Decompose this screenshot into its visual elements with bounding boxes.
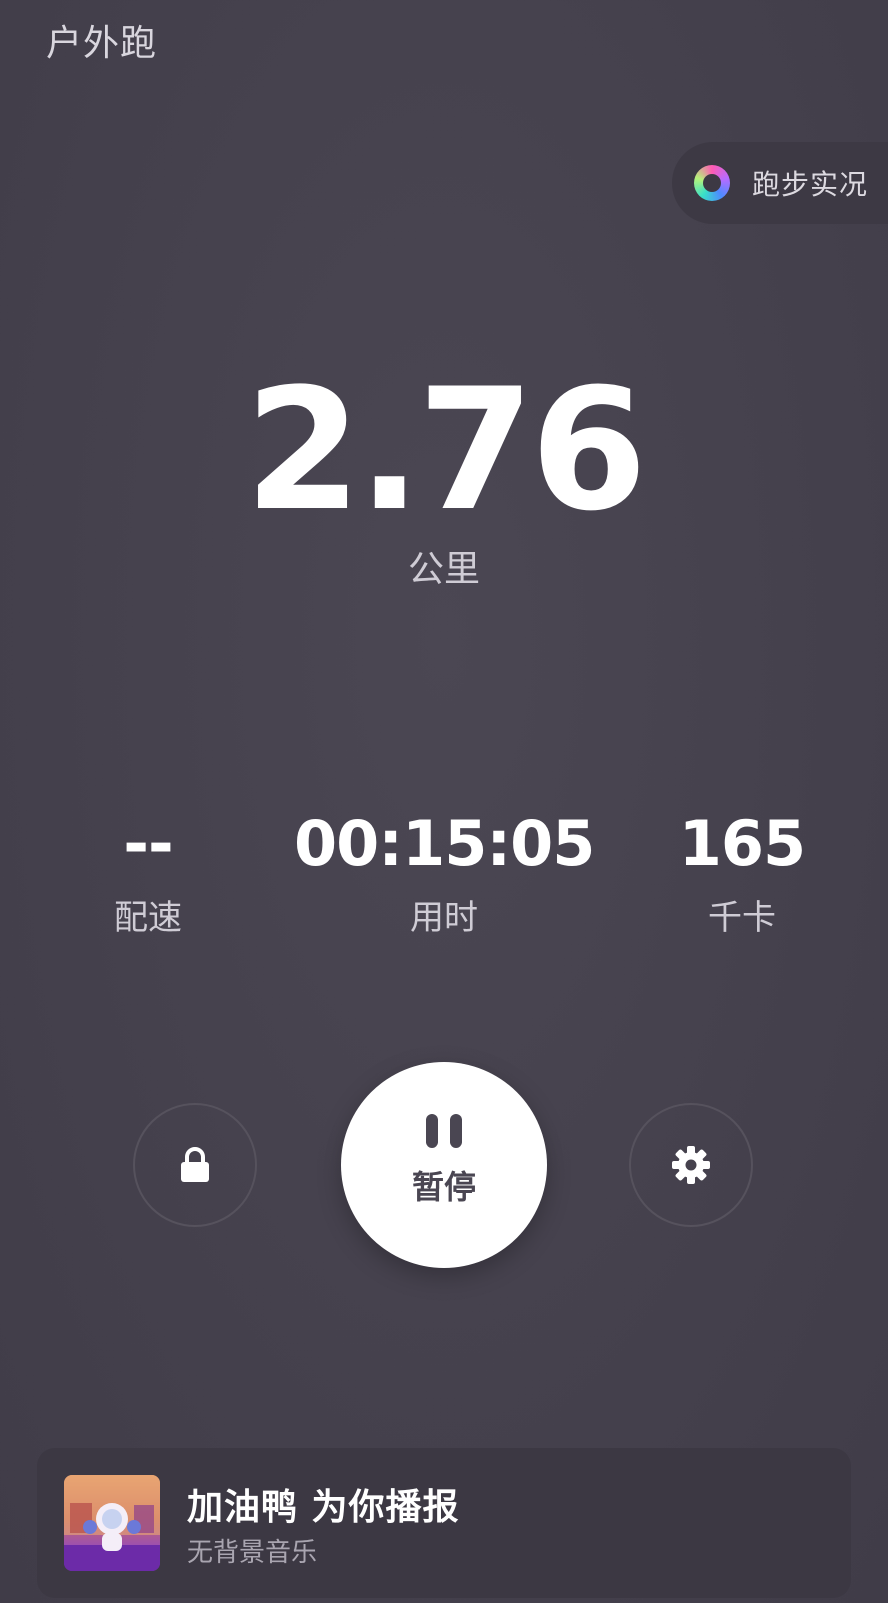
broadcast-title: 加油鸭 为你播报 [187,1487,460,1528]
duration-value: 00:15:05 [294,807,595,880]
control-bar: 暂停 [0,1062,888,1268]
pace-label: 配速 [114,898,182,938]
pause-icon [426,1114,462,1148]
calories-label: 千卡 [708,898,776,938]
distance-value: 2.76 [244,352,648,548]
broadcast-cover-image [64,1475,160,1571]
broadcast-subtitle: 无背景音乐 [187,1538,318,1568]
calories-value: 165 [678,807,806,880]
pace-value: -- [123,807,173,880]
running-live-label: 跑步实况 [752,168,869,201]
stat-pace: -- 配速 [0,808,298,939]
voice-broadcast-bar[interactable]: 加油鸭 为你播报 无背景音乐 [37,1448,851,1598]
stat-duration: 00:15:05 用时 [294,807,595,939]
pause-button[interactable]: 暂停 [341,1062,547,1268]
lock-button[interactable] [133,1103,257,1227]
lock-icon [181,1147,209,1182]
pause-label: 暂停 [411,1168,476,1206]
distance-display: 2.76 公里 [0,360,888,592]
page-title: 户外跑 [46,23,158,64]
duration-label: 用时 [410,898,478,938]
gear-icon [672,1146,710,1184]
live-ring-icon [694,165,730,201]
settings-button[interactable] [629,1103,753,1227]
distance-unit: 公里 [407,549,480,590]
running-live-button[interactable]: 跑步实况 [672,142,888,224]
stat-calories: 165 千卡 [592,808,888,939]
